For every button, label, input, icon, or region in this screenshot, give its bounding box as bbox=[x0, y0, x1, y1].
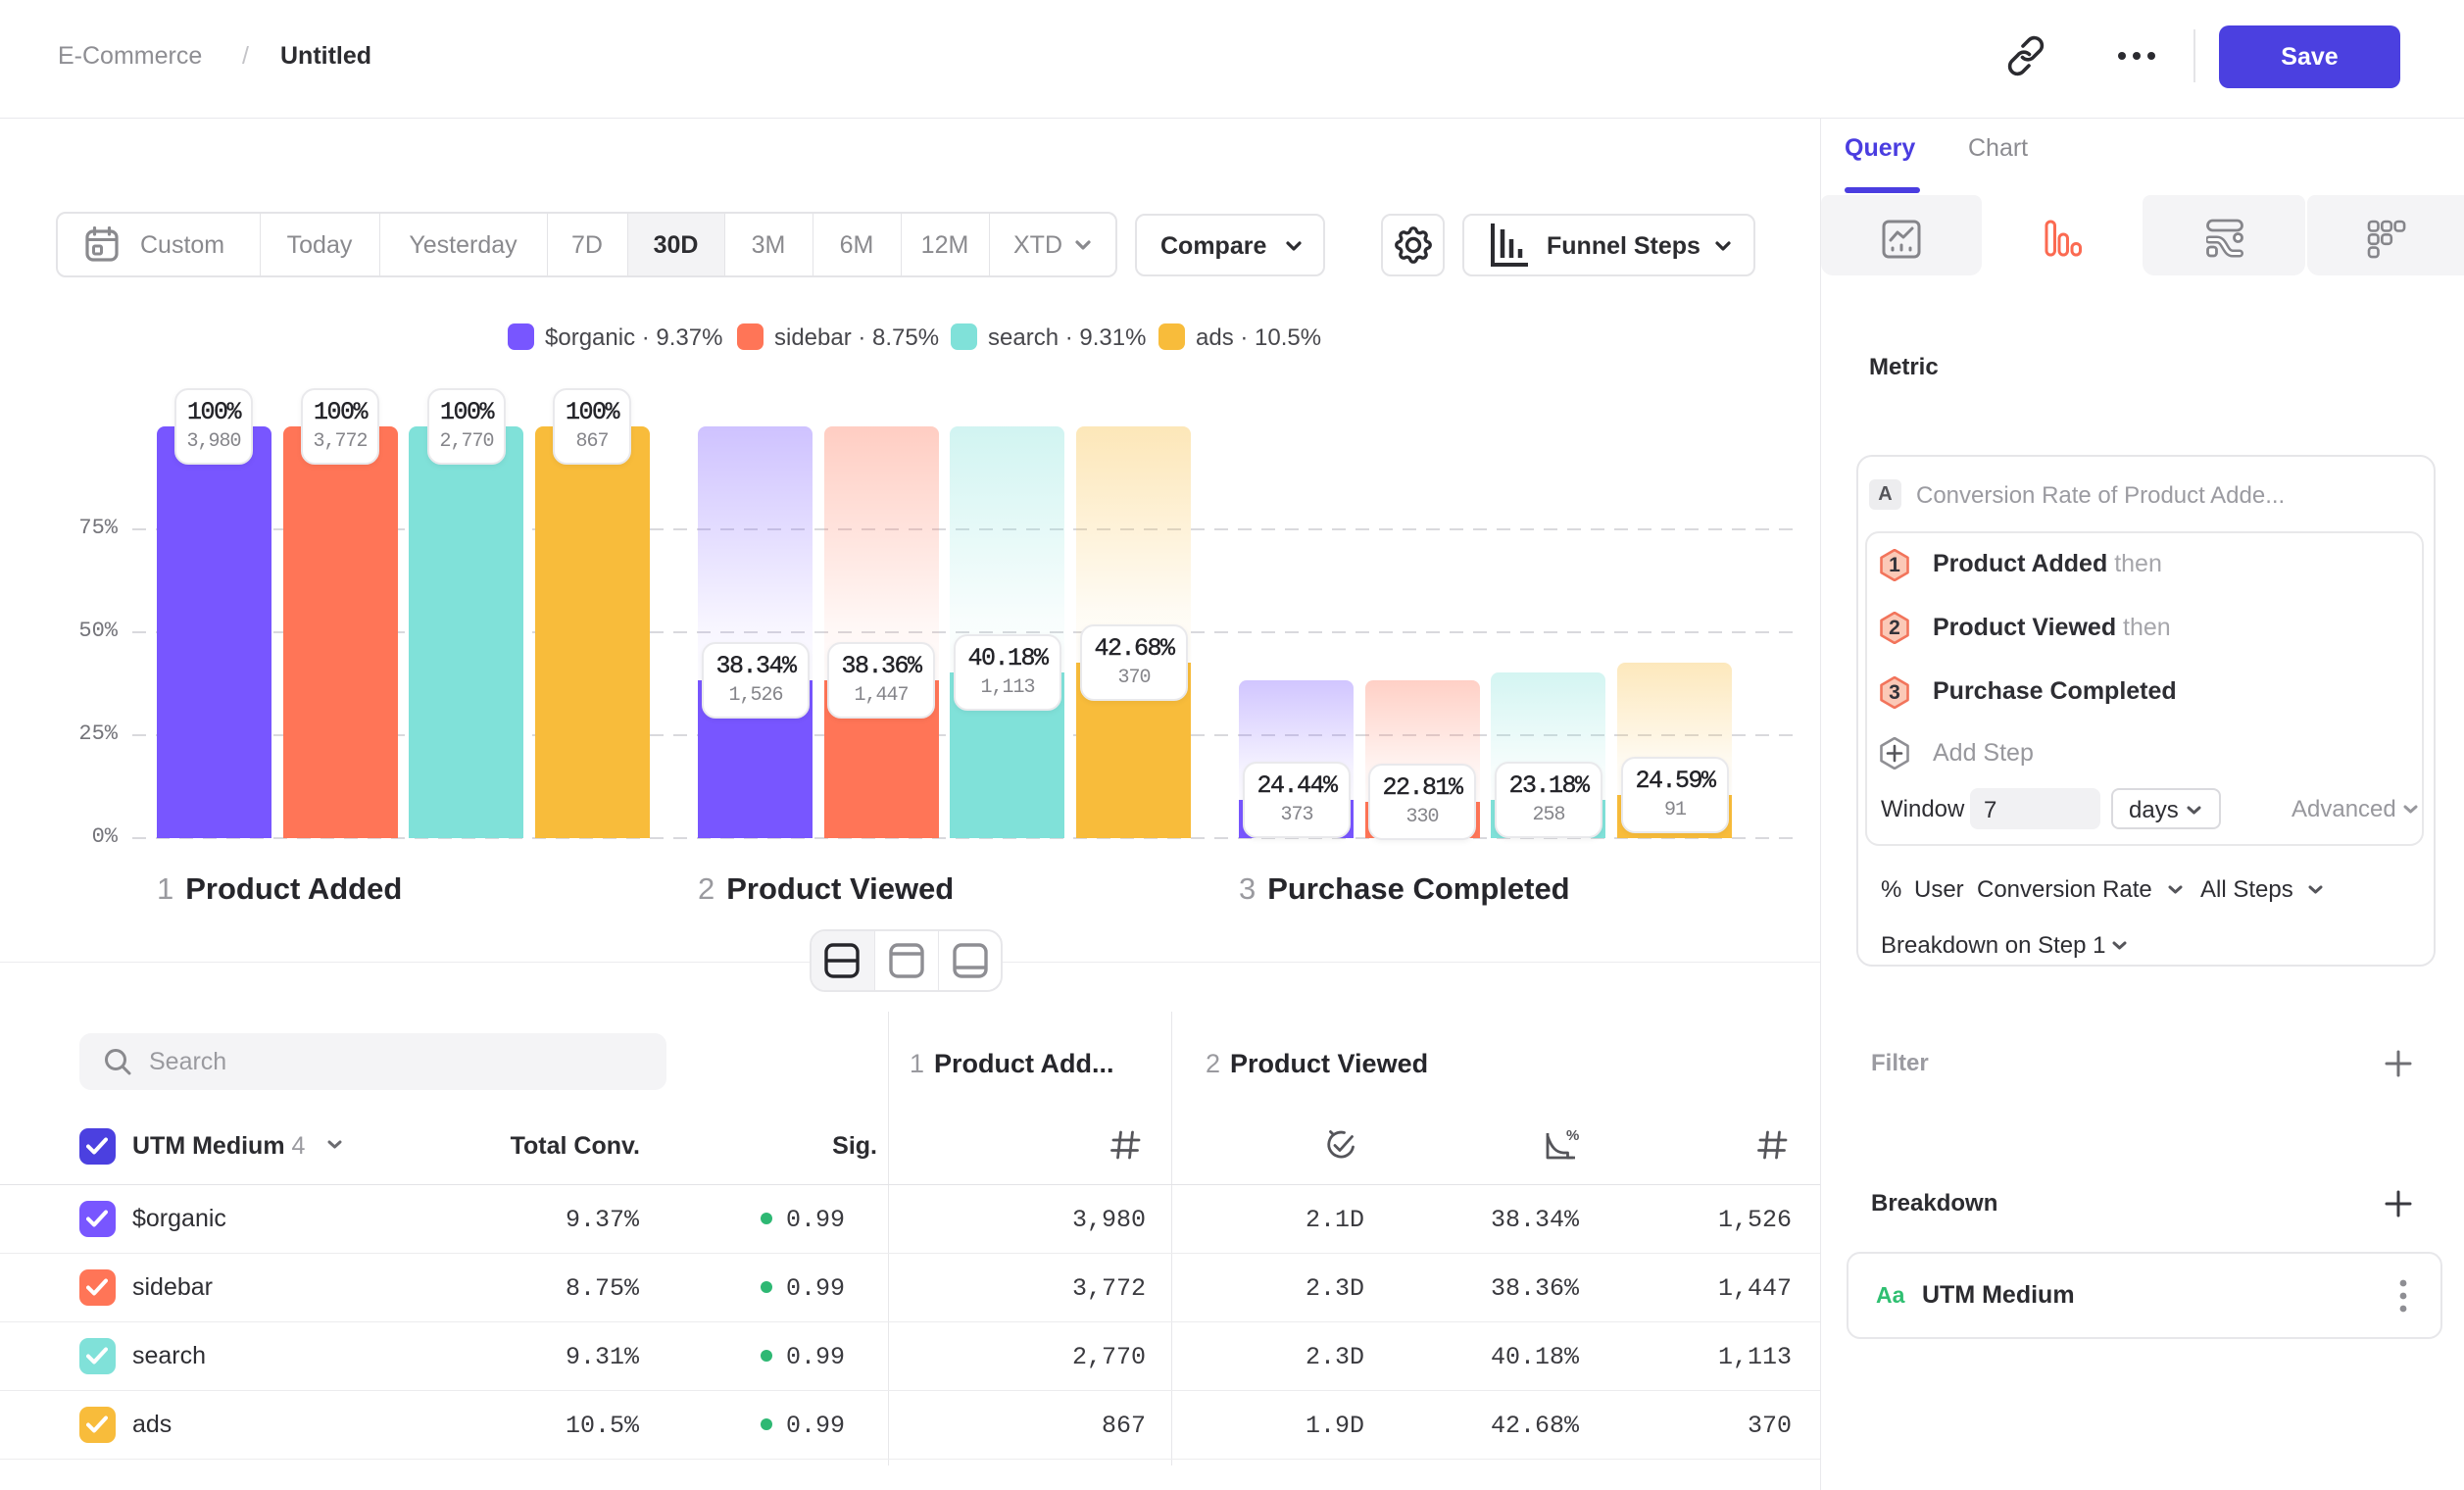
svg-text:%: % bbox=[1566, 1127, 1579, 1144]
